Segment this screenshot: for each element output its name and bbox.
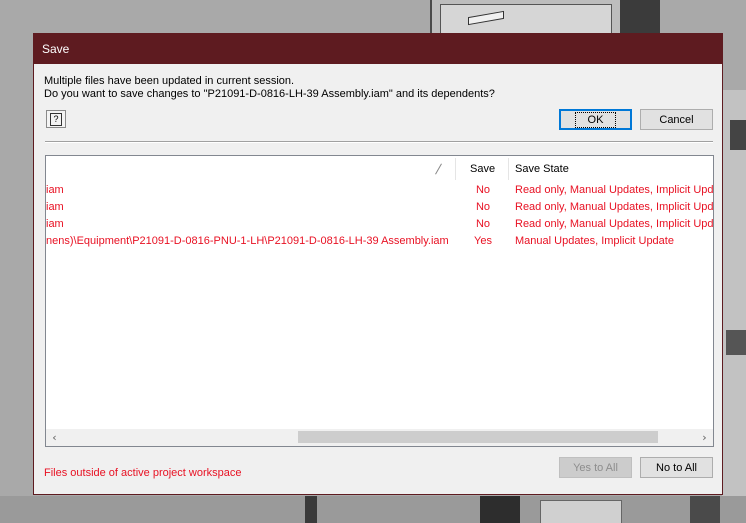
grid-header: Save Save State: [46, 156, 713, 182]
help-icon: ?: [50, 112, 62, 126]
table-row[interactable]: iam No Read only, Manual Updates, Implic…: [46, 216, 713, 233]
column-header-save[interactable]: Save: [470, 156, 495, 182]
save-flag[interactable]: No: [458, 182, 508, 199]
sort-indicator-icon: [435, 163, 442, 175]
save-flag[interactable]: No: [458, 199, 508, 216]
help-button[interactable]: ?: [46, 110, 66, 128]
scroll-left-icon[interactable]: ‹: [46, 429, 63, 446]
outside-workspace-note: Files outside of active project workspac…: [44, 467, 242, 479]
file-path: iam: [46, 184, 64, 196]
save-flag[interactable]: Yes: [458, 233, 508, 250]
column-divider: [508, 158, 509, 180]
file-path: iam: [46, 218, 64, 230]
save-state: Read only, Manual Updates, Implicit Upda…: [515, 184, 714, 196]
column-divider: [455, 158, 456, 180]
save-flag[interactable]: No: [458, 216, 508, 233]
table-row[interactable]: iam No Read only, Manual Updates, Implic…: [46, 182, 713, 199]
save-state: Read only, Manual Updates, Implicit Upda…: [515, 201, 714, 213]
dialog-message: Multiple files have been updated in curr…: [44, 75, 495, 101]
message-line-2: Do you want to save changes to "P21091-D…: [44, 88, 495, 100]
dialog-title[interactable]: Save: [34, 34, 722, 64]
save-dialog: Save Multiple files have been updated in…: [33, 33, 723, 495]
scroll-right-icon[interactable]: ›: [696, 429, 713, 446]
file-path: nens)\Equipment\P21091-D-0816-PNU-1-LH\P…: [46, 235, 449, 247]
table-row[interactable]: iam No Read only, Manual Updates, Implic…: [46, 199, 713, 216]
divider: [45, 141, 713, 143]
horizontal-scrollbar[interactable]: ‹ ›: [46, 429, 713, 446]
save-state: Read only, Manual Updates, Implicit Upda…: [515, 218, 714, 230]
scrollbar-thumb[interactable]: [298, 431, 658, 443]
message-line-1: Multiple files have been updated in curr…: [44, 75, 295, 87]
ok-button-label: OK: [574, 111, 617, 128]
files-grid[interactable]: Save Save State iam No Read only, Manual…: [45, 155, 714, 447]
save-state: Manual Updates, Implicit Update: [515, 235, 674, 247]
no-to-all-button[interactable]: No to All: [640, 457, 713, 478]
cancel-button[interactable]: Cancel: [640, 109, 713, 130]
column-header-save-state[interactable]: Save State: [515, 156, 569, 182]
yes-to-all-button[interactable]: Yes to All: [559, 457, 632, 478]
table-row[interactable]: nens)\Equipment\P21091-D-0816-PNU-1-LH\P…: [46, 233, 713, 250]
file-path: iam: [46, 201, 64, 213]
ok-button[interactable]: OK: [559, 109, 632, 130]
